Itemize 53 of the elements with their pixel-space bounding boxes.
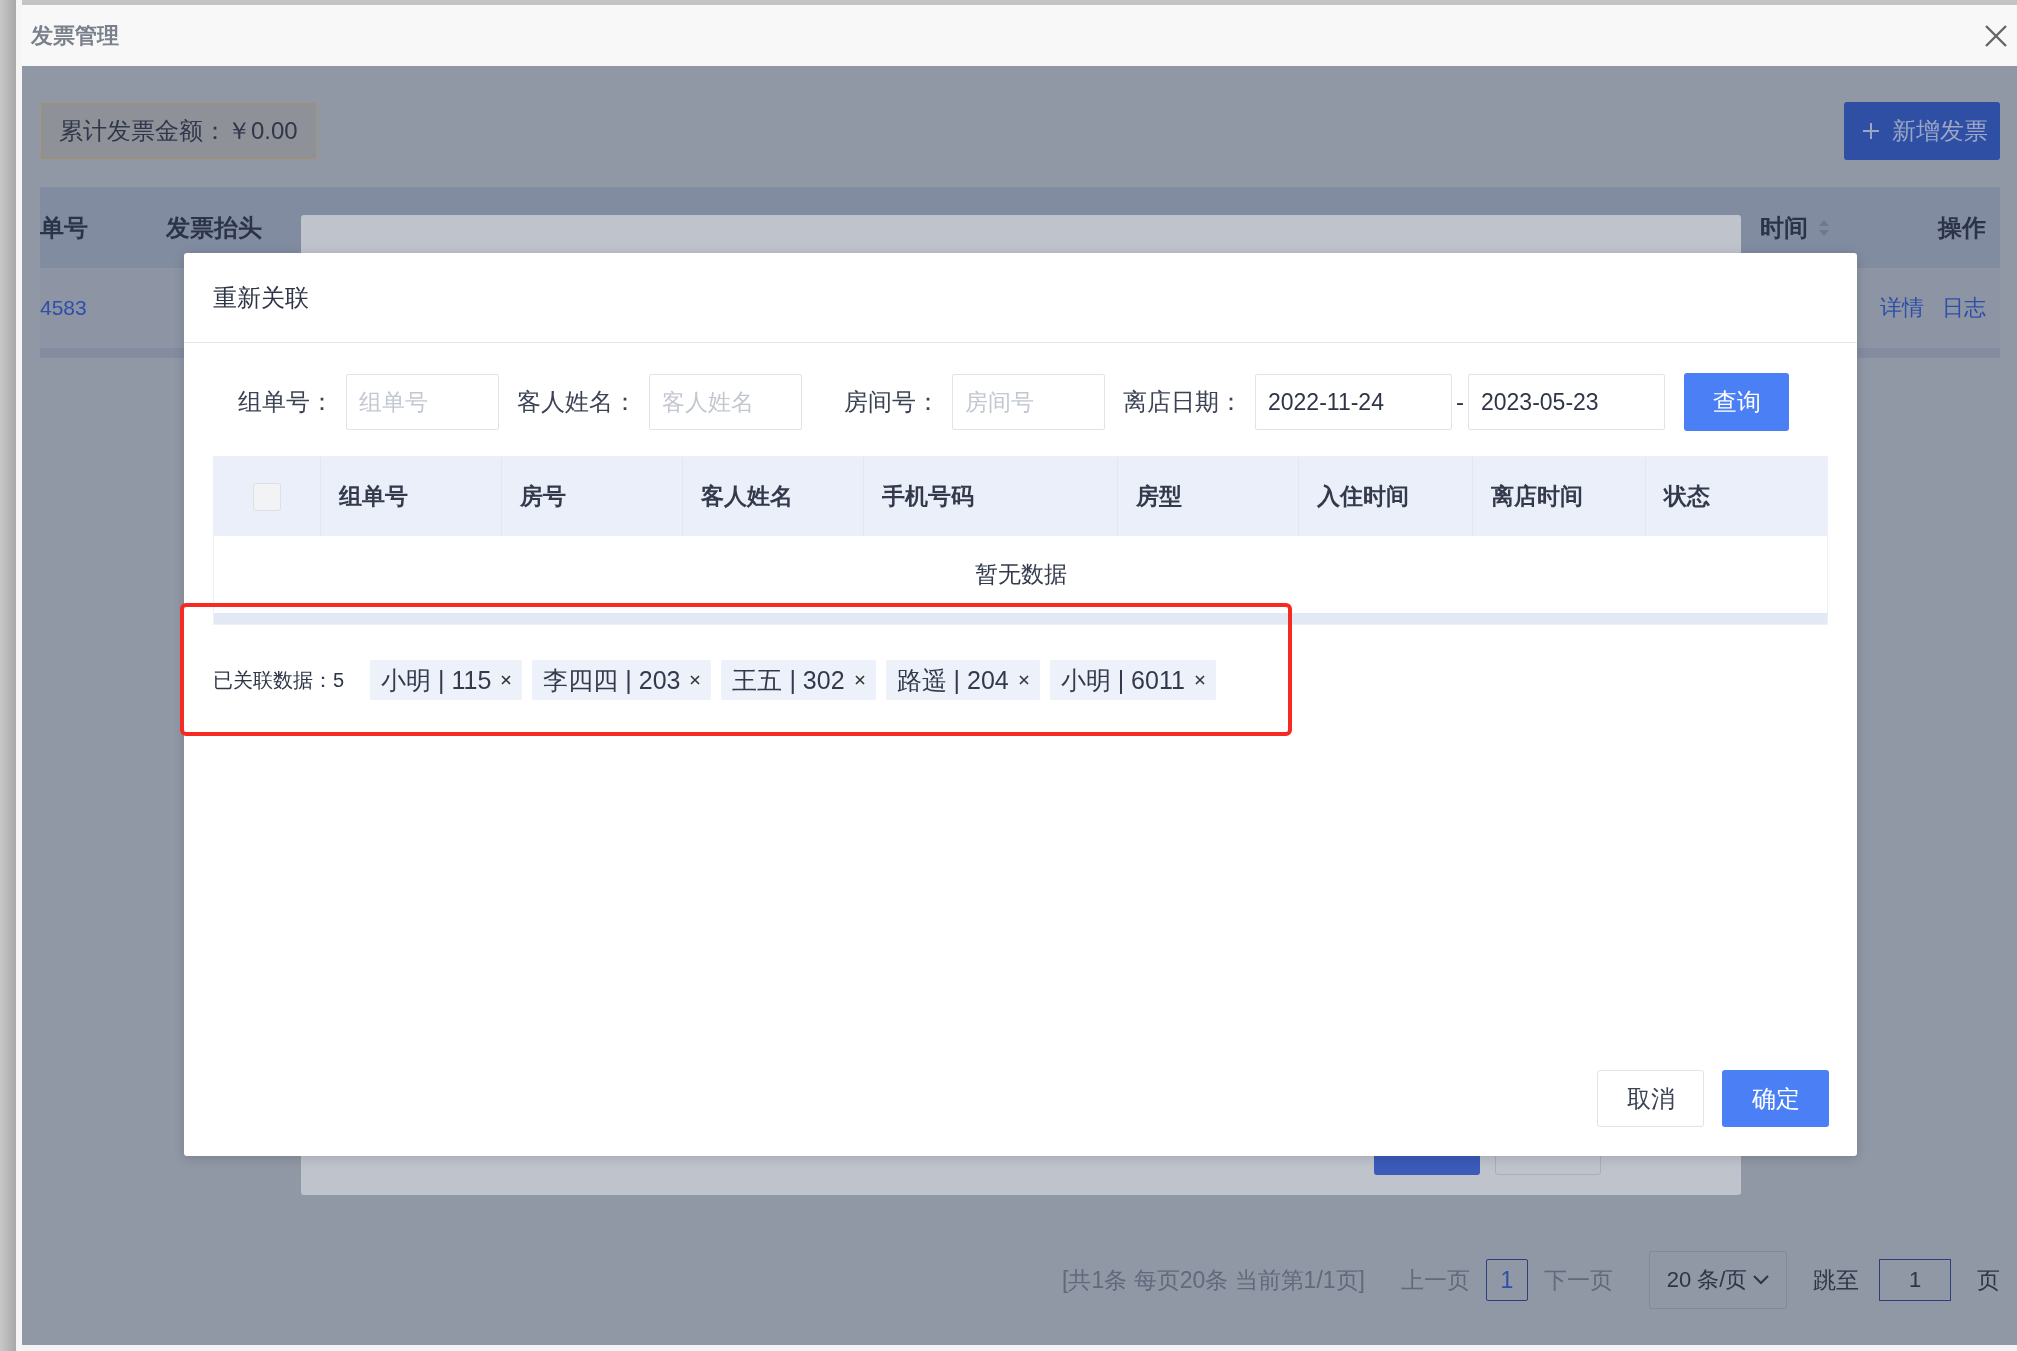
dialog-title: 重新关联	[213, 282, 309, 313]
linked-tag[interactable]: 王五 | 302	[721, 660, 876, 700]
chevron-down-icon	[1753, 1275, 1770, 1285]
column-header: 状态	[1664, 482, 1710, 511]
query-button[interactable]: 查询	[1684, 373, 1789, 431]
column-header: 房号	[520, 482, 566, 511]
linked-tag[interactable]: 李四四 | 203	[532, 660, 712, 700]
empty-text: 暂无数据	[974, 560, 1067, 589]
date-separator: -	[1456, 388, 1464, 416]
column-header: 离店时间	[1491, 482, 1583, 511]
jump-page-input[interactable]: 1	[1879, 1259, 1951, 1301]
dialog-button[interactable]: 取消	[1597, 1070, 1704, 1127]
window-title: 发票管理	[31, 21, 119, 50]
filter-input[interactable]: 组单号	[346, 374, 499, 430]
jump-label: 跳至	[1813, 1265, 1859, 1295]
close-icon[interactable]	[1985, 24, 2007, 47]
page-number[interactable]: 1	[1486, 1259, 1528, 1301]
order-number-link[interactable]: 4583	[40, 296, 87, 320]
date-to-input[interactable]: 2023-05-23	[1468, 374, 1665, 430]
linked-tag[interactable]: 小明 | 115	[370, 660, 523, 700]
column-header: 时间	[1760, 211, 1830, 244]
column-header: 房型	[1136, 482, 1182, 511]
close-icon[interactable]	[1018, 675, 1029, 685]
filter-label: 房间号：	[844, 387, 940, 417]
dialog-button[interactable]: 确定	[1722, 1070, 1829, 1127]
filter-label: 客人姓名：	[517, 387, 637, 417]
page-suffix: 页	[1977, 1265, 2000, 1295]
date-from-input[interactable]: 2022-11-24	[1255, 374, 1452, 430]
close-icon[interactable]	[1194, 675, 1205, 685]
column-header: 手机号码	[882, 482, 974, 511]
close-icon[interactable]	[501, 675, 512, 685]
linked-count-label: 已关联数据：5	[213, 667, 345, 693]
column-header: 操作	[1938, 212, 1986, 243]
action-link[interactable]: 详情	[1880, 293, 1924, 323]
filter-input[interactable]: 房间号	[952, 374, 1105, 430]
column-header: 入住时间	[1317, 482, 1409, 511]
plus-icon	[1862, 122, 1880, 140]
filter-label: 组单号：	[238, 387, 334, 417]
column-header: 组单号	[339, 482, 408, 511]
column-header: 发票抬头	[166, 212, 262, 243]
close-icon[interactable]	[690, 675, 701, 685]
column-header: 单号	[40, 212, 88, 243]
total-amount-text: 累计发票金额：￥0.00	[59, 116, 298, 146]
page-size-select[interactable]: 20 条/页	[1649, 1251, 1787, 1309]
column-header: 客人姓名	[701, 482, 793, 511]
date-label: 离店日期：	[1123, 387, 1243, 417]
scrollbar[interactable]	[214, 613, 1827, 624]
add-invoice-button[interactable]: 新增发票	[1844, 102, 2000, 160]
close-icon[interactable]	[854, 675, 865, 685]
linked-tag[interactable]: 小明 | 6011	[1049, 660, 1216, 700]
filter-input[interactable]: 客人姓名	[649, 374, 802, 430]
action-link[interactable]: 日志	[1942, 293, 1986, 323]
linked-tag[interactable]: 路遥 | 204	[885, 660, 1040, 700]
